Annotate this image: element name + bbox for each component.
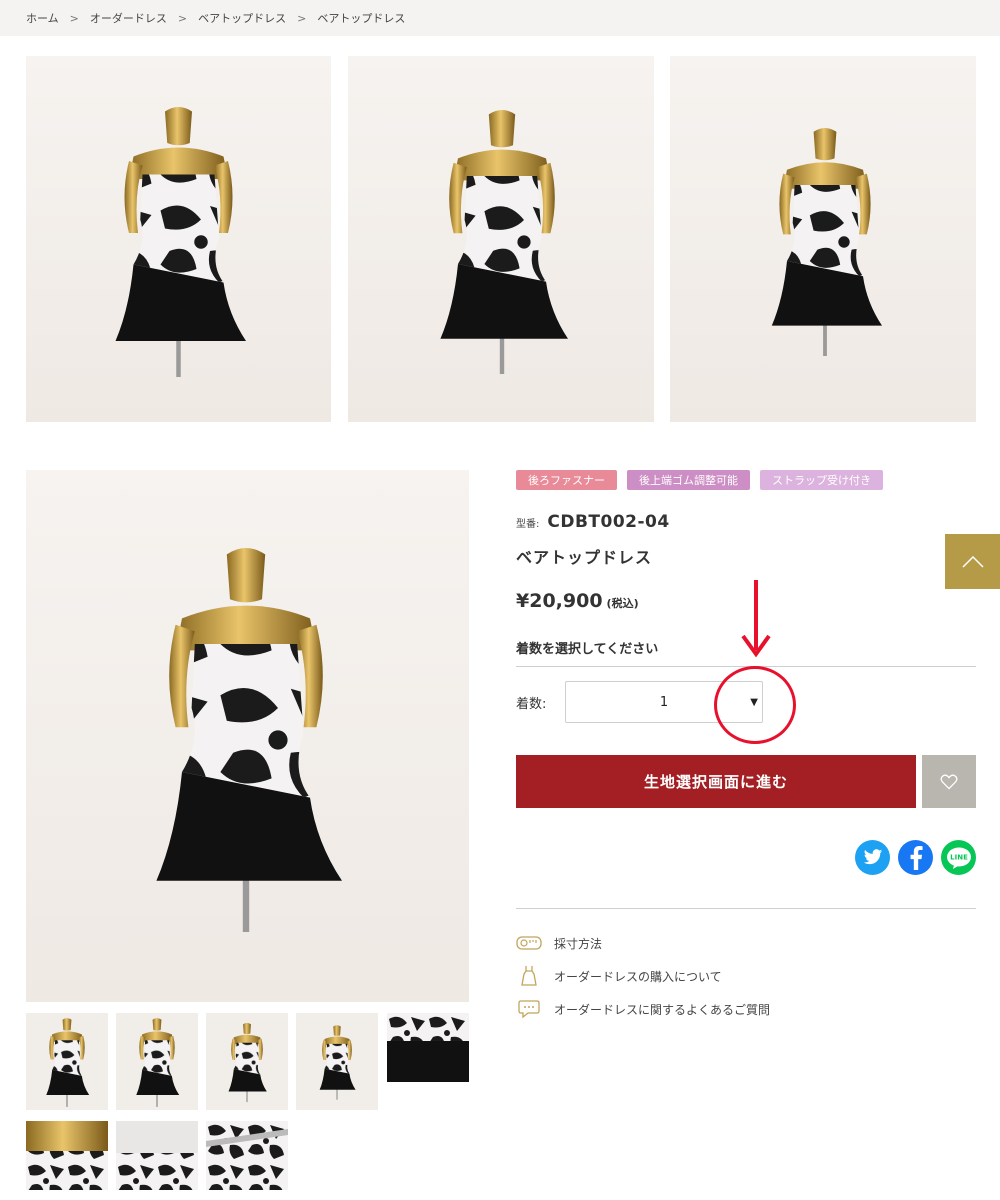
tag-strap-loops: ストラップ受け付き bbox=[760, 470, 883, 490]
dress-icon bbox=[516, 965, 542, 987]
proceed-to-fabric-button[interactable]: 生地選択画面に進む bbox=[516, 755, 916, 808]
breadcrumb-separator: > bbox=[297, 11, 307, 25]
price: ¥20,900 (税込) bbox=[516, 590, 639, 612]
measuring-tape-icon bbox=[516, 932, 542, 954]
svg-text:LINE: LINE bbox=[950, 853, 968, 861]
thumbnail-1[interactable] bbox=[26, 1013, 108, 1110]
annotation-arrow-icon bbox=[741, 580, 771, 658]
annotation-circle bbox=[714, 666, 796, 744]
thumbnail-2[interactable] bbox=[116, 1013, 198, 1110]
thumbnail-5[interactable] bbox=[387, 1013, 469, 1082]
link-order-dress-faq[interactable]: オーダードレスに関するよくあるご質問 bbox=[516, 998, 770, 1020]
thumbnail-3[interactable] bbox=[206, 1013, 288, 1110]
breadcrumb-category[interactable]: ベアトップドレス bbox=[198, 10, 286, 26]
link-order-dress-faq-label: オーダードレスに関するよくあるご質問 bbox=[554, 1002, 771, 1017]
feature-tags: 後ろファスナー 後上端ゴム調整可能 ストラップ受け付き bbox=[516, 470, 883, 490]
line-icon: LINE bbox=[946, 847, 971, 869]
quantity-value: 1 bbox=[659, 694, 669, 710]
price-tax-note: (税込) bbox=[606, 597, 639, 610]
product-image-front-angle[interactable] bbox=[348, 56, 654, 422]
divider bbox=[516, 908, 976, 909]
breadcrumb-order-dress[interactable]: オーダードレス bbox=[90, 10, 167, 26]
share-line-button[interactable]: LINE bbox=[941, 840, 976, 875]
link-measuring-guide-label: 採寸方法 bbox=[554, 936, 603, 951]
tag-adjustable-elastic: 後上端ゴム調整可能 bbox=[627, 470, 750, 490]
breadcrumb: ホーム > オーダードレス > ベアトップドレス > ベアトップドレス bbox=[0, 0, 1000, 36]
price-amount: ¥20,900 bbox=[516, 590, 603, 612]
breadcrumb-separator: > bbox=[177, 11, 188, 25]
quantity-label: 着数: bbox=[516, 697, 547, 712]
link-measuring-guide[interactable]: 採寸方法 bbox=[516, 932, 602, 954]
model-number-label: 型番: bbox=[516, 519, 540, 530]
product-title: ベアトップドレス bbox=[516, 548, 653, 567]
breadcrumb-current: ベアトップドレス bbox=[317, 12, 406, 25]
share-twitter-button[interactable] bbox=[855, 840, 890, 875]
scroll-top-button[interactable] bbox=[945, 534, 1000, 589]
facebook-icon bbox=[910, 845, 923, 870]
breadcrumb-home[interactable]: ホーム bbox=[26, 10, 59, 26]
link-order-dress-purchase[interactable]: オーダードレスの購入について bbox=[516, 965, 722, 987]
favorite-button[interactable] bbox=[922, 755, 976, 808]
share-facebook-button[interactable] bbox=[898, 840, 933, 875]
tag-back-zipper: 後ろファスナー bbox=[516, 470, 617, 490]
thumbnail-7[interactable] bbox=[116, 1121, 198, 1190]
model-number: 型番: CDBT002-04 bbox=[516, 512, 670, 532]
breadcrumb-separator: > bbox=[69, 11, 79, 25]
quantity-heading: 着数を選択してください bbox=[516, 642, 659, 657]
thumbnail-8[interactable] bbox=[206, 1121, 288, 1190]
product-main-image[interactable] bbox=[26, 470, 469, 1002]
twitter-icon bbox=[863, 849, 882, 865]
product-image-front[interactable] bbox=[26, 56, 331, 422]
thumbnail-6[interactable] bbox=[26, 1121, 108, 1190]
link-order-dress-purchase-label: オーダードレスの購入について bbox=[554, 969, 722, 984]
chevron-up-icon bbox=[961, 555, 984, 568]
thumbnail-4[interactable] bbox=[296, 1013, 378, 1110]
product-image-side[interactable] bbox=[670, 56, 976, 422]
heart-icon bbox=[940, 774, 958, 789]
model-number-value: CDBT002-04 bbox=[547, 512, 670, 532]
faq-chat-icon bbox=[516, 998, 542, 1020]
